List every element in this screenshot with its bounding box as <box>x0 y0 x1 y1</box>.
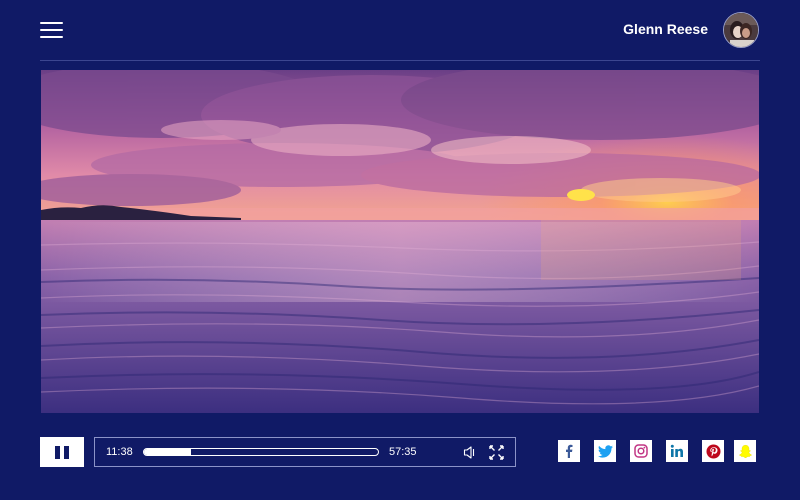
pause-icon <box>55 446 60 459</box>
snapchat-icon[interactable] <box>734 440 756 462</box>
instagram-icon[interactable] <box>630 440 652 462</box>
current-time: 11:38 <box>106 446 133 458</box>
pause-button[interactable] <box>40 437 84 467</box>
avatar-photo <box>724 13 758 47</box>
video-player[interactable] <box>41 70 759 413</box>
pause-icon <box>64 446 69 459</box>
hamburger-menu-icon[interactable] <box>40 20 63 38</box>
menu-line <box>40 29 63 31</box>
total-time: 57:35 <box>389 446 417 458</box>
header: Glenn Reese <box>0 0 800 60</box>
progress-bar[interactable] <box>143 448 379 456</box>
menu-line <box>40 22 63 24</box>
facebook-icon[interactable] <box>558 440 580 462</box>
video-frame-sunset-sea <box>41 70 759 413</box>
volume-icon[interactable] <box>463 445 478 460</box>
player-controls: 11:38 57:35 <box>94 437 516 467</box>
twitter-icon[interactable] <box>594 440 616 462</box>
user-name[interactable]: Glenn Reese <box>623 21 708 37</box>
header-divider <box>40 60 760 61</box>
linkedin-icon[interactable] <box>666 440 688 462</box>
progress-fill <box>144 449 191 455</box>
fullscreen-icon[interactable] <box>489 445 504 460</box>
menu-line <box>40 36 63 38</box>
user-avatar[interactable] <box>723 12 759 48</box>
pinterest-icon[interactable] <box>702 440 724 462</box>
